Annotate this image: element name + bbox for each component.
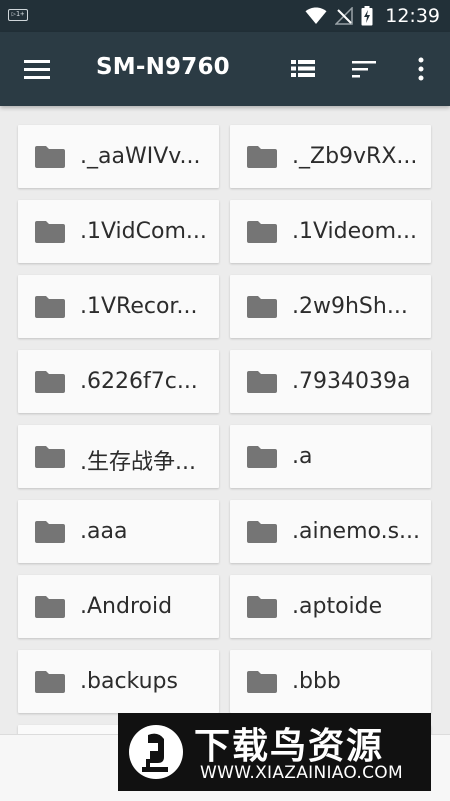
- folder-item[interactable]: .6226f7c...: [18, 350, 219, 413]
- folder-name: .1VRecor...: [80, 294, 198, 319]
- status-icons: 12:39: [305, 0, 440, 32]
- folder-icon: [35, 296, 65, 318]
- no-signal-icon: [335, 7, 353, 25]
- folder-name: ._aaWIVv...: [80, 144, 201, 169]
- watermark-url: WWW.XIAZAINIAO.COM: [200, 763, 403, 783]
- folder-icon: [35, 371, 65, 393]
- folder-icon: [247, 296, 277, 318]
- folder-item[interactable]: .aptoide: [230, 575, 431, 638]
- folder-item[interactable]: .1VRecor...: [18, 275, 219, 338]
- folder-name: .aaa: [80, 519, 128, 544]
- folder-item[interactable]: .Android: [18, 575, 219, 638]
- screen-cast-icon: ▷1+: [8, 9, 28, 21]
- folder-name: .Android: [80, 594, 173, 619]
- folder-name: .bbb: [292, 669, 341, 694]
- folder-icon: [35, 446, 65, 468]
- sort-icon[interactable]: [350, 56, 378, 82]
- folder-item[interactable]: .2w9hSh...: [230, 275, 431, 338]
- folder-item[interactable]: .backups: [18, 650, 219, 713]
- folder-icon: [247, 671, 277, 693]
- folder-name: .2w9hSh...: [292, 294, 408, 319]
- folder-icon: [247, 596, 277, 618]
- watermark-banner: 下载鸟资源 WWW.XIAZAINIAO.COM: [118, 713, 431, 791]
- menu-icon[interactable]: [24, 58, 50, 80]
- more-vert-icon[interactable]: [407, 56, 435, 82]
- status-bar: ▷1+ 12:39: [0, 0, 450, 32]
- folder-icon: [35, 521, 65, 543]
- folder-icon: [247, 371, 277, 393]
- folder-item[interactable]: ._Zb9vRX...: [230, 125, 431, 188]
- folder-item[interactable]: .a: [230, 425, 431, 488]
- folder-name: .生存战争...: [80, 450, 196, 475]
- folder-icon: [247, 221, 277, 243]
- folder-name: ._Zb9vRX...: [292, 144, 418, 169]
- folder-item[interactable]: .1VidCom...: [18, 200, 219, 263]
- folder-icon: [35, 221, 65, 243]
- folder-item[interactable]: .bbb: [230, 650, 431, 713]
- battery-charging-icon: [361, 6, 373, 26]
- folder-name: .1Videom...: [292, 219, 418, 244]
- folder-item[interactable]: .ainemo.s...: [230, 500, 431, 563]
- folder-icon: [35, 596, 65, 618]
- folder-name: .aptoide: [292, 594, 383, 619]
- folder-name: .a: [292, 444, 313, 469]
- folder-name: .6226f7c...: [80, 369, 198, 394]
- folder-item[interactable]: ._aaWIVv...: [18, 125, 219, 188]
- folder-grid: ._aaWIVv... ._Zb9vRX... .1VidCom... .1Vi…: [0, 106, 450, 800]
- folder-icon: [35, 146, 65, 168]
- folder-icon: [247, 521, 277, 543]
- folder-item[interactable]: .aaa: [18, 500, 219, 563]
- clock: 12:39: [385, 5, 440, 27]
- app-bar: SM-N9760: [0, 32, 450, 106]
- folder-icon: [247, 146, 277, 168]
- folder-name: .ainemo.s...: [292, 519, 421, 544]
- folder-icon: [247, 446, 277, 468]
- bird-logo-icon: [129, 725, 183, 779]
- folder-item[interactable]: .生存战争...: [18, 425, 219, 488]
- folder-name: .1VidCom...: [80, 219, 207, 244]
- folder-item[interactable]: .7934039a: [230, 350, 431, 413]
- watermark-brand: 下载鸟资源: [194, 726, 385, 767]
- list-view-icon[interactable]: [289, 56, 317, 82]
- folder-name: .backups: [80, 669, 178, 694]
- wifi-icon: [305, 7, 327, 24]
- folder-item[interactable]: .1Videom...: [230, 200, 431, 263]
- page-title: SM-N9760: [96, 54, 230, 80]
- folder-icon: [35, 671, 65, 693]
- folder-name: .7934039a: [292, 369, 411, 394]
